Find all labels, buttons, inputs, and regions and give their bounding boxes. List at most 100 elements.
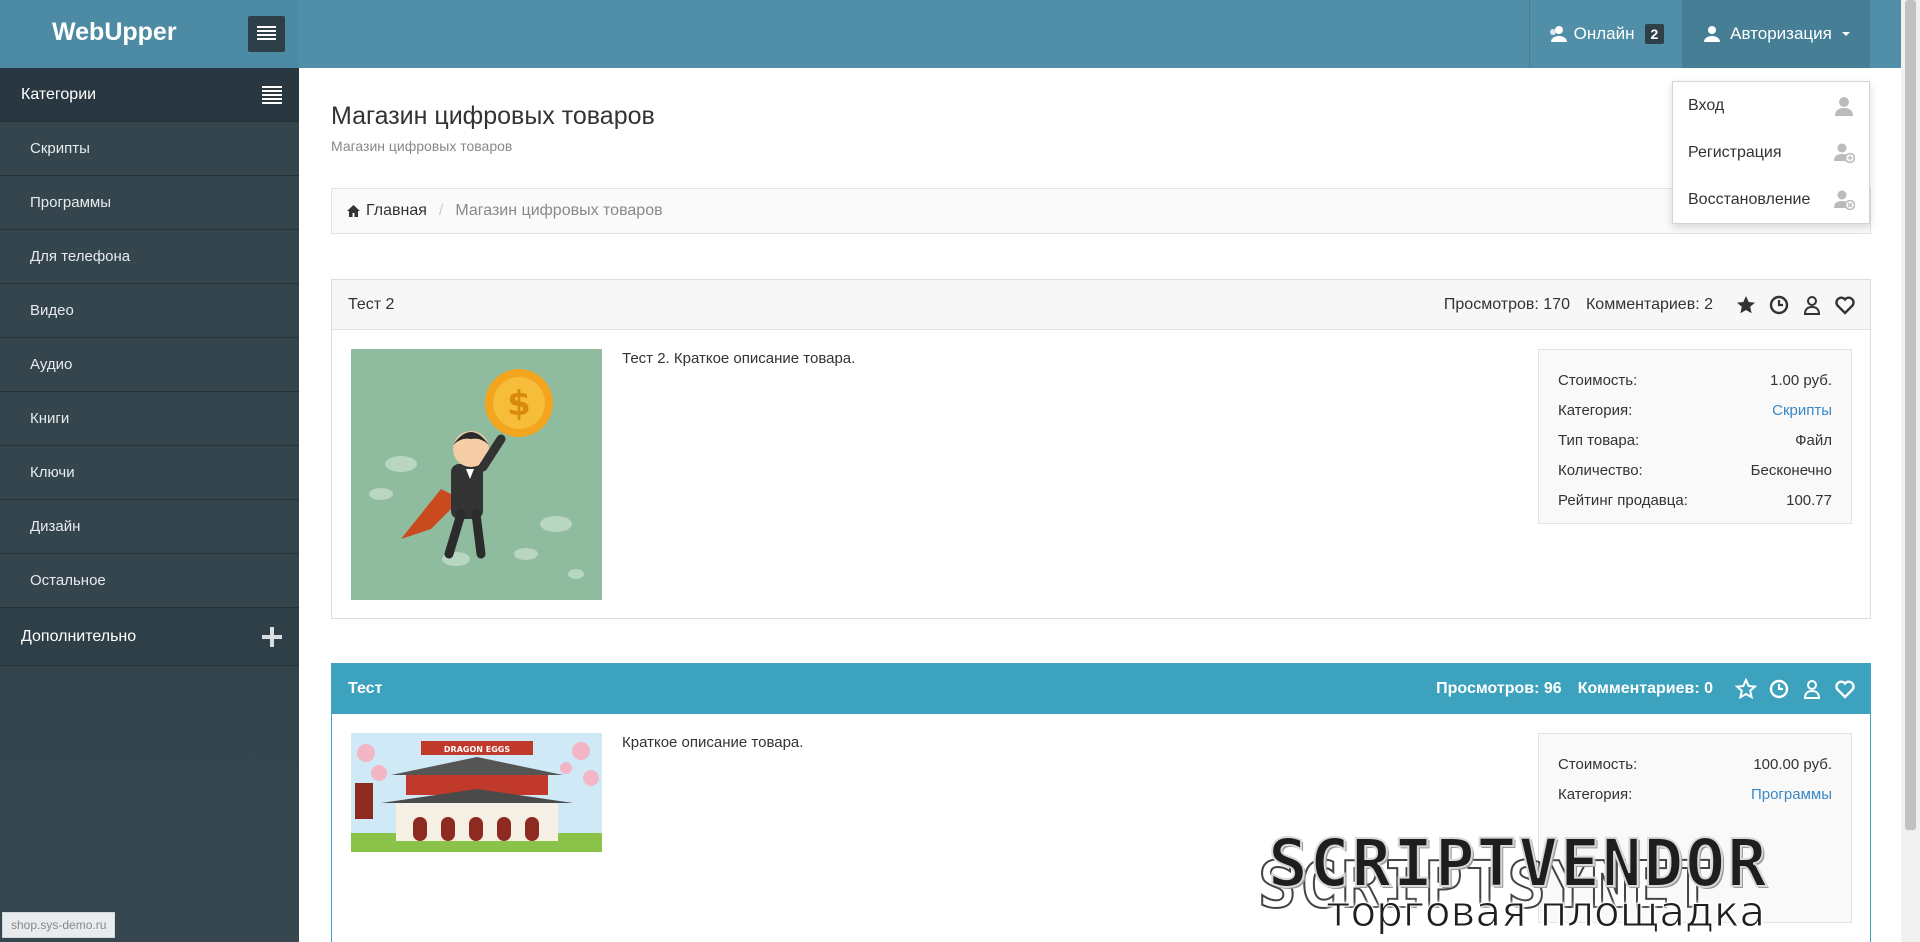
sidebar-item-label: Скрипты <box>30 140 90 157</box>
sidebar-item-label: Видео <box>30 302 74 319</box>
views-count: Просмотров: 170 <box>1443 295 1570 313</box>
menu-item-login[interactable]: Вход <box>1673 82 1869 129</box>
comments-count: Комментариев: 0 <box>1577 679 1713 697</box>
page-scrollbar[interactable] <box>1901 0 1920 942</box>
page-title: Магазин цифровых товаров <box>331 102 655 130</box>
list-icon[interactable] <box>262 86 282 104</box>
sidebar-item-label: Для телефона <box>30 248 131 265</box>
clock-icon[interactable] <box>1768 678 1790 700</box>
plus-icon[interactable] <box>262 627 282 647</box>
sidebar-item-audio[interactable]: Аудио <box>0 338 299 392</box>
user-icon <box>1704 26 1721 42</box>
users-icon <box>1549 26 1567 42</box>
menu-item-label: Вход <box>1688 96 1725 114</box>
info-value: Бесконечно <box>1750 461 1832 479</box>
breadcrumb-home-label: Главная <box>366 202 427 219</box>
breadcrumb-home-link[interactable]: Главная <box>347 202 427 220</box>
seller-icon[interactable] <box>1801 678 1823 700</box>
info-label: Рейтинг продавца: <box>1558 491 1688 509</box>
menu-toggle-button[interactable] <box>248 16 285 52</box>
home-icon <box>347 205 360 217</box>
info-row-type: Тип товара: Файл <box>1558 425 1832 455</box>
info-value: 100.00 руб. <box>1753 755 1832 773</box>
product-card: Тест 2 Просмотров: 170 Комментариев: 2 $ <box>331 279 1871 619</box>
breadcrumb: Главная / Магазин цифровых товаров <box>331 188 1871 234</box>
sidebar: Категории Скрипты Программы Для телефона… <box>0 68 299 942</box>
scrollbar-thumb[interactable] <box>1905 0 1916 830</box>
info-row-category: Категория: Программы <box>1558 779 1832 809</box>
scriptvendor-watermark: SCRIPTSYNET SCRIPTVENDOR торговая площад… <box>1257 815 1901 942</box>
menu-item-register[interactable]: Регистрация <box>1673 129 1869 176</box>
sidebar-item-label: Книги <box>30 410 70 427</box>
menu-item-label: Регистрация <box>1688 143 1782 161</box>
sidebar-item-label: Дизайн <box>30 518 81 535</box>
sidebar-item-keys[interactable]: Ключи <box>0 446 299 500</box>
product-title-link[interactable]: Тест 2 <box>348 296 1444 314</box>
info-label: Стоимость: <box>1558 371 1638 389</box>
seller-icon[interactable] <box>1801 294 1823 316</box>
online-users-button[interactable]: Онлайн 2 <box>1529 0 1682 68</box>
brand-area: WebUpper <box>0 0 299 68</box>
sidebar-item-video[interactable]: Видео <box>0 284 299 338</box>
menu-item-recover[interactable]: Восстановление <box>1673 176 1869 223</box>
sidebar-item-books[interactable]: Книги <box>0 392 299 446</box>
views-count: Просмотров: 96 <box>1436 679 1562 697</box>
info-value: 1.00 руб. <box>1770 371 1832 389</box>
chevron-down-icon <box>1841 32 1850 36</box>
sidebar-extra-section[interactable]: Дополнительно <box>0 608 299 666</box>
info-row-price: Стоимость: 1.00 руб. <box>1558 365 1832 395</box>
sidebar-item-phone[interactable]: Для телефона <box>0 230 299 284</box>
sidebar-categories-header[interactable]: Категории <box>0 68 299 122</box>
sidebar-extra-label: Дополнительно <box>21 627 137 645</box>
svg-text:DRAGON EGGS: DRAGON EGGS <box>444 745 510 754</box>
breadcrumb-current: Магазин цифровых товаров <box>455 202 663 219</box>
online-label: Онлайн <box>1573 24 1635 43</box>
star-icon[interactable] <box>1735 294 1757 316</box>
info-label: Тип товара: <box>1558 431 1640 449</box>
page-subtitle: Магазин цифровых товаров <box>331 138 513 154</box>
info-row-price: Стоимость: 100.00 руб. <box>1558 749 1832 779</box>
breadcrumb-separator: / <box>438 202 444 219</box>
category-link[interactable]: Программы <box>1751 786 1832 803</box>
category-link[interactable]: Скрипты <box>1772 402 1832 419</box>
auth-dropdown-menu: Вход Регистрация Восстановление <box>1672 81 1870 224</box>
brand-logo[interactable]: WebUpper <box>52 18 177 47</box>
sidebar-item-design[interactable]: Дизайн <box>0 500 299 554</box>
sidebar-item-label: Остальное <box>30 572 106 589</box>
product-image-flying-businessman[interactable]: $ <box>351 349 602 600</box>
info-row-rating: Рейтинг продавца: 100.77 <box>1558 485 1832 515</box>
clock-icon[interactable] <box>1768 294 1790 316</box>
info-label: Категория: <box>1558 785 1633 803</box>
menu-item-label: Восстановление <box>1688 190 1811 208</box>
info-value: 100.77 <box>1786 491 1832 509</box>
product-image-temple[interactable]: DRAGON EGGS <box>351 733 602 852</box>
info-row-category: Категория: Скрипты <box>1558 395 1832 425</box>
user-icon <box>1835 96 1853 116</box>
heart-icon[interactable] <box>1834 678 1856 700</box>
online-count-badge: 2 <box>1644 24 1665 44</box>
top-bar: WebUpper Онлайн 2 Авторизация <box>0 0 1901 68</box>
sidebar-item-other[interactable]: Остальное <box>0 554 299 608</box>
product-info-box: Стоимость: 1.00 руб. Категория: Скрипты Ти… <box>1538 349 1852 524</box>
product-title-link[interactable]: Тест <box>348 680 1436 698</box>
user-add-icon <box>1834 143 1855 163</box>
auth-dropdown-toggle[interactable]: Авторизация <box>1682 0 1870 68</box>
info-row-quantity: Количество: Бесконечно <box>1558 455 1832 485</box>
comments-count: Комментариев: 2 <box>1585 295 1713 313</box>
sidebar-heading: Категории <box>21 85 97 103</box>
product-description: Краткое описание товара. <box>622 734 804 751</box>
info-label: Количество: <box>1558 461 1643 479</box>
info-value: Файл <box>1795 431 1832 449</box>
user-remove-icon <box>1834 190 1855 210</box>
heart-icon[interactable] <box>1834 294 1856 316</box>
main-content: Магазин цифровых товаров Магазин цифровы… <box>299 68 1901 942</box>
sidebar-item-label: Аудио <box>30 356 73 373</box>
sidebar-item-label: Ключи <box>30 464 75 481</box>
star-outline-icon[interactable] <box>1735 677 1757 700</box>
product-card-header: Тест Просмотров: 96 Комментариев: 0 <box>332 664 1870 714</box>
sidebar-item-label: Программы <box>30 194 112 211</box>
status-url: shop.sys-demo.ru <box>2 912 116 938</box>
sidebar-item-programs[interactable]: Программы <box>0 176 299 230</box>
sidebar-item-scripts[interactable]: Скрипты <box>0 122 299 176</box>
product-description: Тест 2. Краткое описание товара. <box>622 350 856 367</box>
